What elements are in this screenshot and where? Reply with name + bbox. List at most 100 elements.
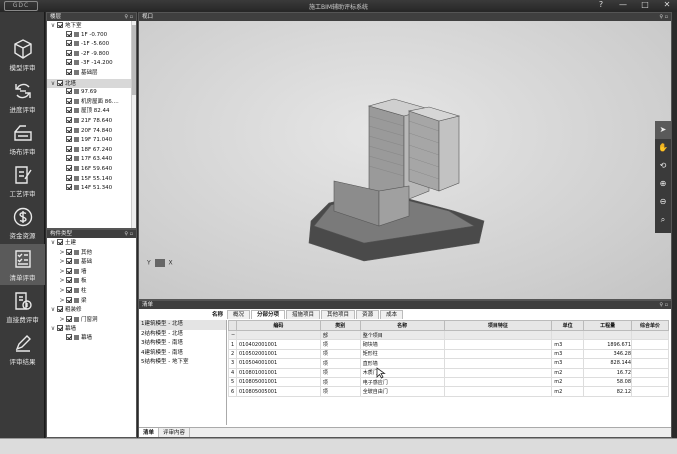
tree-item[interactable]: > 其他 — [47, 248, 136, 258]
checkbox[interactable] — [66, 164, 72, 171]
checkbox[interactable] — [66, 68, 72, 75]
checkbox[interactable] — [66, 136, 72, 143]
tree-item[interactable]: 屋顶 82.44 — [47, 107, 136, 117]
column-header[interactable]: 名称 — [359, 320, 445, 331]
pin-icon[interactable]: ♀ ▫ — [124, 13, 133, 21]
checkbox[interactable] — [57, 79, 63, 86]
orbit-icon[interactable]: ⟲ — [655, 157, 671, 175]
minimize-button[interactable]: — — [617, 0, 629, 9]
chevron-right-icon[interactable]: > — [58, 257, 66, 267]
checkbox[interactable] — [66, 248, 72, 255]
column-header[interactable]: 项目特征 — [443, 320, 553, 331]
nav-progress-review[interactable]: 进度评审 — [0, 76, 45, 117]
checkbox[interactable] — [66, 315, 72, 322]
zoom-fit-icon[interactable]: ⌕ — [655, 211, 671, 229]
tree-item[interactable]: 幕墙 — [47, 333, 136, 344]
tab-3[interactable]: 其他项目 — [321, 310, 356, 319]
tree-item[interactable]: -1F -5.600 — [47, 40, 136, 50]
table-row[interactable]: 4 010801001001 项木质门 m2 16.72 — [228, 367, 669, 378]
tree-item[interactable]: 1F -0.700 — [47, 30, 136, 41]
column-header[interactable]: 单位 — [551, 320, 585, 331]
checkbox[interactable] — [66, 97, 72, 104]
3d-canvas[interactable]: Y X ➤ ✋ ⟲ ⊕ ⊖ ⌕ — [139, 21, 671, 299]
nav-model-review[interactable]: 模型评审 — [0, 34, 45, 75]
tree-item[interactable]: 17F 63.440 — [47, 155, 136, 165]
tab-4[interactable]: 资源 — [356, 310, 380, 319]
chevron-right-icon[interactable]: > — [58, 286, 66, 296]
column-header[interactable]: 综合单价 — [631, 320, 669, 331]
tree-item[interactable]: -2F -9.800 — [47, 49, 136, 60]
close-button[interactable]: ✕ — [661, 0, 673, 9]
checkbox[interactable] — [66, 88, 72, 95]
checkbox[interactable] — [66, 126, 72, 133]
tree-item[interactable]: ∨ 粗装修 — [47, 305, 136, 315]
pan-hand-icon[interactable]: ✋ — [655, 139, 671, 157]
chevron-down-icon[interactable]: ∨ — [49, 79, 57, 89]
chevron-down-icon[interactable]: ∨ — [49, 238, 57, 248]
table-row[interactable]: 5 010805001001 项电子感应门 m2 58.08 — [228, 376, 669, 388]
tree-item[interactable]: ∨ 幕墙 — [47, 324, 136, 334]
chevron-right-icon[interactable]: > — [58, 276, 66, 286]
chevron-down-icon[interactable]: ∨ — [49, 21, 57, 31]
tab-0[interactable]: 概况 — [227, 310, 251, 319]
checkbox[interactable] — [66, 286, 72, 293]
checkbox[interactable] — [57, 22, 63, 28]
checkbox[interactable] — [66, 333, 72, 340]
tree-item[interactable]: 基础层 — [47, 68, 136, 79]
checkbox[interactable] — [66, 296, 72, 303]
chevron-right-icon[interactable]: > — [58, 315, 66, 325]
select-cursor-icon[interactable]: ➤ — [655, 121, 671, 139]
table-row[interactable]: 3 010504001001 项直形墙 m3 828.144 — [228, 358, 669, 369]
checkbox[interactable] — [66, 267, 72, 274]
checkbox[interactable] — [66, 116, 72, 123]
chevron-down-icon[interactable]: ∨ — [49, 305, 57, 315]
model-list-item[interactable]: 3结构模型 - 南塔 — [139, 339, 226, 349]
tree-item[interactable]: 20F 74.840 — [47, 126, 136, 137]
table-row[interactable]: 6 010805005001 项全玻自由门 m2 82.12 — [228, 386, 669, 397]
tab-5[interactable]: 成本 — [380, 310, 404, 319]
tree-item[interactable]: > 墙 — [47, 267, 136, 277]
checkbox[interactable] — [66, 107, 72, 114]
tree-item[interactable]: 21F 78.640 — [47, 116, 136, 127]
nav-funds-resources[interactable]: 资金资源 — [0, 202, 45, 243]
nav-direct-cost-review[interactable]: 直接费评审 — [0, 286, 45, 327]
checkbox[interactable] — [66, 40, 72, 47]
checkbox[interactable] — [57, 325, 63, 332]
checkbox[interactable] — [66, 184, 72, 191]
checkbox[interactable] — [66, 277, 72, 284]
tree-item[interactable]: 14F 51.340 — [47, 184, 136, 194]
nav-site-layout-review[interactable]: 场布评审 — [0, 118, 45, 159]
model-list-item[interactable]: 2结构模型 - 北塔 — [139, 330, 226, 340]
chevron-down-icon[interactable]: ∨ — [49, 324, 57, 334]
tree-item[interactable]: > 柱 — [47, 286, 136, 296]
table-row[interactable]: − 部整个项目 — [228, 329, 669, 341]
checkbox[interactable] — [66, 59, 72, 66]
tree-item[interactable]: > 门窗洞 — [47, 315, 136, 325]
tree-item[interactable]: ∨ 北塔 — [47, 78, 136, 89]
table-row[interactable]: 2 010502001001 项矩形柱 m3 346.28 — [228, 348, 669, 360]
column-header[interactable]: 类别 — [319, 320, 361, 331]
tree-item[interactable]: 18F 67.240 — [47, 145, 136, 156]
bottom-tab-0[interactable]: 清单 — [139, 428, 160, 437]
tree-item[interactable]: > 板 — [47, 276, 136, 286]
column-header[interactable]: 工程量 — [583, 320, 633, 331]
nav-review-result[interactable]: 评审结果 — [0, 328, 45, 369]
chevron-right-icon[interactable]: > — [58, 248, 66, 258]
tab-1[interactable]: 分部分项 — [251, 310, 286, 319]
tree-item[interactable]: 97.69 — [47, 88, 136, 98]
checkbox[interactable] — [66, 258, 72, 265]
tree-item[interactable]: -3F -14.200 — [47, 59, 136, 69]
pin-icon[interactable]: ♀ ▫ — [124, 230, 133, 238]
checkbox[interactable] — [57, 239, 63, 245]
collapse-icon[interactable]: − — [228, 329, 237, 341]
table-row[interactable]: 1 010402001001 项砌块墙 m3 1896.671 — [228, 339, 669, 350]
tree-item[interactable]: > 梁 — [47, 296, 136, 306]
column-header[interactable]: 编码 — [235, 320, 321, 331]
tree-item[interactable]: 15F 55.140 — [47, 174, 136, 185]
pin-icon[interactable]: ♀ ▫ — [659, 13, 668, 21]
tree-item[interactable]: 19F 71.040 — [47, 136, 136, 146]
model-list-item[interactable]: 4建筑模型 - 南塔 — [139, 349, 226, 359]
chevron-right-icon[interactable]: > — [58, 267, 66, 277]
pin-icon[interactable]: ♀ ▫ — [659, 301, 668, 309]
checkbox[interactable] — [57, 306, 63, 313]
